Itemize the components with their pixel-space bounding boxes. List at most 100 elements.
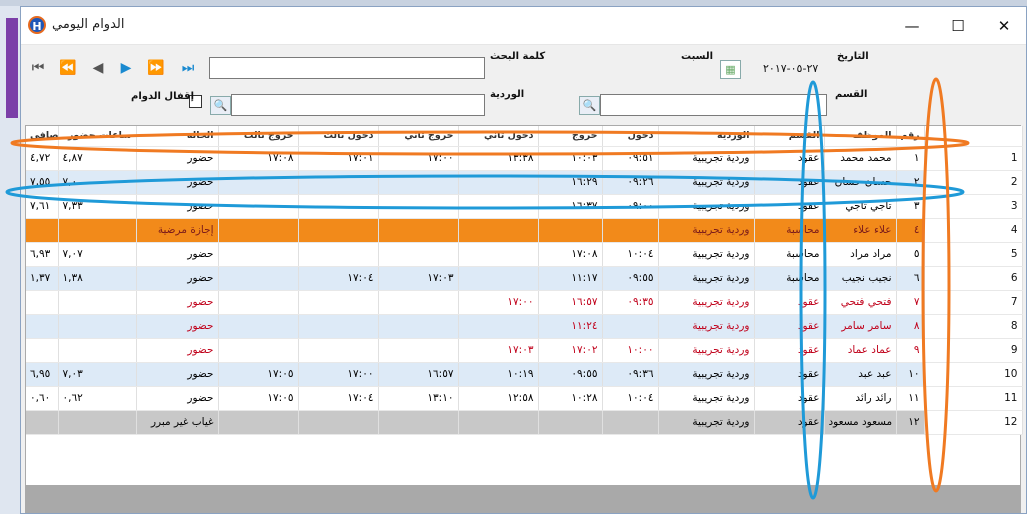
cell-shift: وردية تجريبية bbox=[658, 218, 755, 243]
cell-dept: عقود bbox=[754, 170, 825, 195]
column-header[interactable]: الحالة bbox=[136, 126, 219, 147]
cell-emp: عبد عبد bbox=[824, 362, 897, 387]
row-number: 12 bbox=[924, 410, 1023, 435]
cell-dept: عقود bbox=[754, 386, 825, 411]
cell-out: ١٧:٠٢ bbox=[538, 338, 603, 363]
column-header[interactable]: دخول bbox=[602, 126, 659, 147]
cell-id: ٥ bbox=[896, 242, 925, 267]
cell-out3 bbox=[218, 170, 299, 195]
cell-net bbox=[26, 290, 59, 315]
minimize-button[interactable]: — bbox=[889, 7, 935, 45]
column-header[interactable]: الموظف bbox=[824, 126, 897, 147]
cell-out3 bbox=[218, 266, 299, 291]
column-header[interactable]: صافي bbox=[26, 126, 59, 147]
cell-net bbox=[26, 218, 59, 243]
cell-net: ٧,٥٥ bbox=[26, 170, 59, 195]
column-header[interactable]: خروج ثالث bbox=[218, 126, 299, 147]
column-header[interactable]: دخول ثالث bbox=[298, 126, 379, 147]
cell-in: ٠٩:٥١ bbox=[602, 146, 659, 171]
cell-shift: وردية تجريبية bbox=[658, 362, 755, 387]
cell-out3: ١٧:٠٥ bbox=[218, 362, 299, 387]
cell-in3: ١٧:٠٠ bbox=[298, 362, 379, 387]
close-attendance-label: إقفال الدوام bbox=[131, 91, 195, 102]
cell-dept: محاسبة bbox=[754, 242, 825, 267]
nav-next-fast-button[interactable]: ⏩ bbox=[145, 58, 167, 78]
cell-hours: ٧,٠٧ bbox=[58, 242, 137, 267]
cell-out3 bbox=[218, 290, 299, 315]
maximize-button[interactable]: ☐ bbox=[935, 7, 981, 45]
nav-first-button[interactable]: ⏮ bbox=[27, 58, 49, 78]
cell-emp: رائد رائد bbox=[824, 386, 897, 411]
cell-id: ١ bbox=[896, 146, 925, 171]
cell-hours: ٠,٦٢ bbox=[58, 386, 137, 411]
column-header[interactable]: ساعات حضور bbox=[58, 126, 137, 147]
cell-emp: سامر سامر bbox=[824, 314, 897, 339]
cell-id: ١٠ bbox=[896, 362, 925, 387]
shift-search-icon[interactable]: 🔍 bbox=[210, 96, 231, 115]
row-number: 7 bbox=[924, 290, 1023, 315]
cell-out2: ١٧:٠٠ bbox=[378, 146, 459, 171]
table-row[interactable]: حضور ١٧:٠٣ ١٧:٠٢ ١٠:٠٠ وردية تجريبية عقود عماد… bbox=[26, 338, 1023, 363]
cell-out2: ١٦:٥٧ bbox=[378, 362, 459, 387]
cell-dept: عقود bbox=[754, 362, 825, 387]
column-header[interactable]: خروج bbox=[538, 126, 603, 147]
cell-hours: ٧,٠٣ bbox=[58, 362, 137, 387]
calendar-icon[interactable]: ▦ bbox=[720, 60, 741, 79]
search-input[interactable] bbox=[209, 57, 485, 79]
section-input[interactable] bbox=[600, 94, 827, 116]
cell-shift: وردية تجريبية bbox=[658, 338, 755, 363]
cell-shift: وردية تجريبية bbox=[658, 242, 755, 267]
shift-label: الوردية bbox=[490, 89, 525, 100]
cell-dept: عقود bbox=[754, 314, 825, 339]
cell-in3 bbox=[298, 290, 379, 315]
close-button[interactable]: ✕ bbox=[981, 7, 1027, 45]
table-row[interactable]: ٧,٦١ ٧,٣٣ حضور ١٦:٣٧ ٠٩:٠٠ وردية تجريبية عقود ت… bbox=[26, 194, 1023, 219]
nav-prev-fast-button[interactable]: ⏪ bbox=[57, 58, 79, 78]
table-row[interactable]: ٤,٧٢ ٤,٨٧ حضور ١٧:٠٨ ١٧:٠١ ١٧:٠٠ ١٣:٣٨ ١٠:٠٣ ٠٩:… bbox=[26, 146, 1023, 171]
cell-out3: ١٧:٠٥ bbox=[218, 386, 299, 411]
table-row[interactable]: إجازة مرضية وردية تجريبية محاسبة علاء علاء ٤… bbox=[26, 218, 1023, 243]
cell-in3 bbox=[298, 338, 379, 363]
cell-hours bbox=[58, 338, 137, 363]
column-header[interactable]: خروج ثاني bbox=[378, 126, 459, 147]
cell-status: حضور bbox=[136, 338, 219, 363]
shift-input[interactable] bbox=[231, 94, 485, 116]
nav-last-button[interactable]: ⏭ bbox=[177, 58, 199, 78]
cell-net: ٧,٦١ bbox=[26, 194, 59, 219]
row-number: 5 bbox=[924, 242, 1023, 267]
cell-hours: ٤,٨٧ bbox=[58, 146, 137, 171]
cell-status: حضور bbox=[136, 170, 219, 195]
column-header[interactable]: الوردية bbox=[658, 126, 755, 147]
row-number: 3 bbox=[924, 194, 1023, 219]
section-search-icon[interactable]: 🔍 bbox=[579, 96, 600, 115]
cell-emp: حسان حسان bbox=[824, 170, 897, 195]
cell-out2: ١٣:١٠ bbox=[378, 386, 459, 411]
cell-out2 bbox=[378, 194, 459, 219]
cell-id: ٤ bbox=[896, 218, 925, 243]
row-number: 10 bbox=[924, 362, 1023, 387]
table-row[interactable]: حضور ١٧:٠٠ ١٦:٥٧ ٠٩:٣٥ وردية تجريبية عقود فتحي… bbox=[26, 290, 1023, 315]
cell-emp: تاجي تاجي bbox=[824, 194, 897, 219]
cell-in bbox=[602, 218, 659, 243]
table-row[interactable]: ٦,٩٥ ٧,٠٣ حضور ١٧:٠٥ ١٧:٠٠ ١٦:٥٧ ١٠:١٩ ٠٩:٥٥ ٠٩:… bbox=[26, 362, 1023, 387]
cell-in3 bbox=[298, 218, 379, 243]
cell-out3 bbox=[218, 410, 299, 435]
cell-out: ٠٩:٥٥ bbox=[538, 362, 603, 387]
column-header[interactable]: القسم bbox=[754, 126, 825, 147]
table-row[interactable]: ١,٣٧ ١,٣٨ حضور ١٧:٠٤ ١٧:٠٣ ١١:١٧ ٠٩:٥٥ وردية تج… bbox=[26, 266, 1023, 291]
cell-in3: ١٧:٠٤ bbox=[298, 386, 379, 411]
cell-in bbox=[602, 314, 659, 339]
date-value[interactable]: ٢٧-٠٥-٢٠١٧ bbox=[763, 62, 818, 75]
row-number: 6 bbox=[924, 266, 1023, 291]
table-row[interactable]: ٠,٦٠ ٠,٦٢ حضور ١٧:٠٥ ١٧:٠٤ ١٣:١٠ ١٢:٥٨ ١٠:٢٨ ١٠:… bbox=[26, 386, 1023, 411]
column-header[interactable]: دخول ثاني bbox=[458, 126, 539, 147]
table-row[interactable]: حضور ١١:٢٤ وردية تجريبية عقود سامر سامر ٨ 8 bbox=[26, 314, 1023, 339]
table-row[interactable]: غياب غير مبرر وردية تجريبية عقود مسعود مسعو… bbox=[26, 410, 1023, 435]
cell-dept: عقود bbox=[754, 410, 825, 435]
nav-prev-button[interactable]: ◀ bbox=[87, 58, 109, 78]
nav-next-button[interactable]: ▶ bbox=[115, 58, 137, 78]
table-row[interactable]: ٧,٥٥ ٧,٠ حضور ١٦:٢٩ ٠٩:٢٦ وردية تجريبية عقود حس… bbox=[26, 170, 1023, 195]
cell-in3 bbox=[298, 314, 379, 339]
column-header[interactable]: رقم bbox=[896, 126, 925, 147]
table-row[interactable]: ٦,٩٣ ٧,٠٧ حضور ١٧:٠٨ ١٠:٠٤ وردية تجريبية محاسب… bbox=[26, 242, 1023, 267]
